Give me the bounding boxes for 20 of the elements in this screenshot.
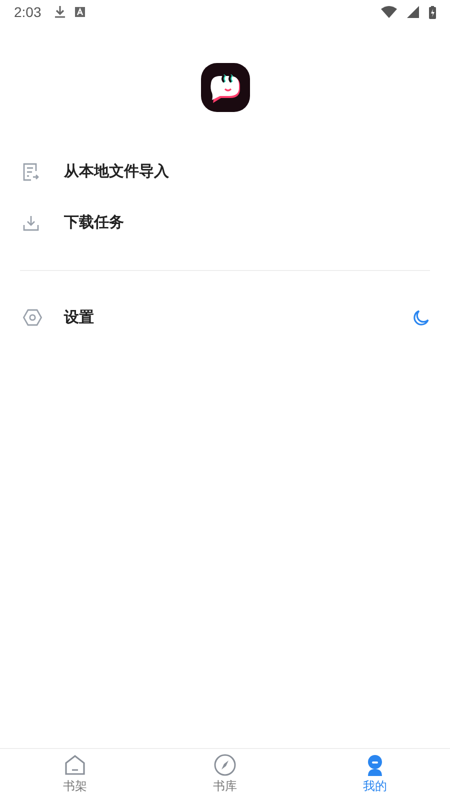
document-icon [23, 162, 39, 180]
compass-icon [214, 754, 236, 776]
download-icon [23, 214, 39, 230]
moon-icon[interactable] [412, 308, 430, 326]
keyboard-icon [75, 7, 86, 17]
menu-item[interactable]: 从本地文件导入 [20, 146, 430, 197]
app-logo [200, 63, 250, 112]
person-icon [365, 754, 385, 776]
status-time: 2:03 [14, 4, 42, 20]
battery-icon [429, 6, 436, 18]
wifi-icon [381, 6, 397, 18]
house-icon [64, 754, 86, 776]
menu-item[interactable]: 下载任务 [20, 197, 430, 248]
settings-icon [23, 309, 42, 326]
menu-item[interactable]: 设置 [20, 292, 430, 343]
nav-tab[interactable]: 我的 [300, 749, 450, 800]
download-icon [55, 6, 66, 18]
nav-tab[interactable]: 书库 [150, 749, 300, 800]
signal-icon [407, 6, 419, 18]
nav-tab[interactable]: 书架 [0, 749, 150, 800]
